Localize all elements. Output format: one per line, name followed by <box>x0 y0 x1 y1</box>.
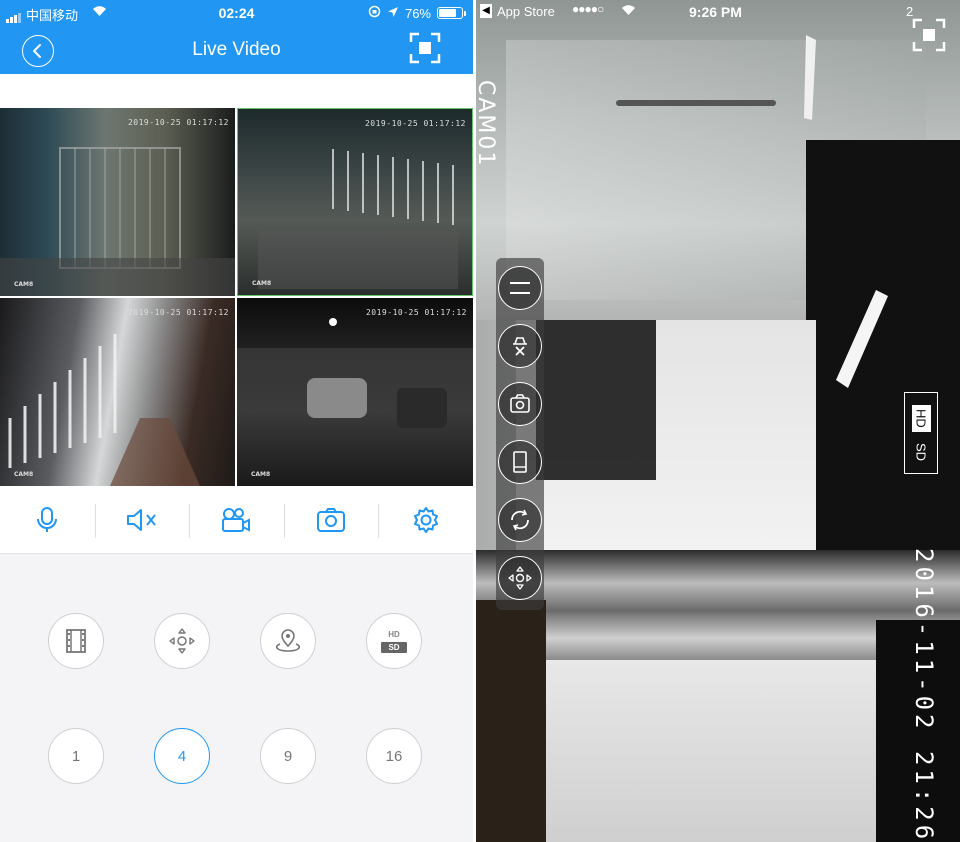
camera-tile[interactable]: 2019-10-25 01:17:12 CAM8 <box>0 298 235 486</box>
right-phone-screen: ◀ App Store ●●●●○ 9:26 PM 2 CAM01 2016-1… <box>476 0 960 842</box>
wifi-icon <box>621 4 636 19</box>
video-datestamp: 2016-11-02 21:26:1 <box>910 548 938 842</box>
split-1-button[interactable]: 1 <box>48 728 104 784</box>
camera-tile[interactable]: 2019-10-25 01:17:12 CAM8 <box>0 108 235 296</box>
snapshot-button[interactable] <box>283 486 379 554</box>
left-phone-screen: 中国移动 02:24 76% Live Video 2019-10-25 01:… <box>0 0 473 842</box>
exit-fullscreen-button[interactable] <box>912 18 946 52</box>
camera-name: CAM8 <box>252 280 272 287</box>
playback-button[interactable] <box>48 613 104 669</box>
camera-timestamp: 2019-10-25 01:17:12 <box>364 119 466 128</box>
panorama-location-icon <box>275 629 301 652</box>
ptz-icon <box>169 628 195 654</box>
hd-sd-icon: HD SD <box>381 629 407 653</box>
ptz-icon <box>508 566 532 590</box>
camera-timestamp: 2019-10-25 01:17:12 <box>127 308 229 317</box>
menu-button[interactable] <box>498 266 542 310</box>
split-16-button[interactable]: 16 <box>366 728 422 784</box>
camera-timestamp: 2019-10-25 01:17:12 <box>127 118 229 127</box>
snapshot-button[interactable] <box>498 382 542 426</box>
split-9-button[interactable]: 9 <box>260 728 316 784</box>
video-toolbar <box>0 486 473 554</box>
camera-name: CAM8 <box>251 471 271 478</box>
sd-option[interactable]: SD <box>914 443 929 461</box>
fullscreen-icon <box>409 32 441 64</box>
status-extra: 2 <box>906 4 914 19</box>
alarm-off-button[interactable] <box>498 324 542 368</box>
battery-icon <box>437 7 466 19</box>
alarm-off-icon <box>513 337 527 356</box>
camera-grid: 2019-10-25 01:17:12 CAM8 2019-10-25 01:1… <box>0 108 473 486</box>
camera-tile[interactable]: 2019-10-25 01:17:12 CAM8 <box>237 298 473 486</box>
camera-name: CAM8 <box>14 281 34 288</box>
split-label: 1 <box>71 747 81 765</box>
signal-icon: ●●●●○ <box>572 2 604 16</box>
rotate-icon <box>511 509 529 531</box>
split-label: 9 <box>283 747 293 765</box>
microphone-button[interactable] <box>0 486 95 554</box>
rotate-button[interactable] <box>498 498 542 542</box>
location-icon <box>387 6 399 21</box>
camera-timestamp: 2019-10-25 01:17:12 <box>365 308 467 317</box>
sd-label: SD <box>381 641 407 653</box>
side-toolbar <box>496 258 544 610</box>
split-label: 16 <box>385 747 403 765</box>
hd-label: HD <box>388 629 400 639</box>
record-video-button[interactable] <box>189 486 284 554</box>
snapshot-icon <box>510 394 530 413</box>
top-spacer <box>0 74 473 108</box>
microphone-icon <box>37 506 58 532</box>
fullscreen-button[interactable] <box>409 32 441 64</box>
camera-name: CAM8 <box>14 471 34 478</box>
mute-button[interactable] <box>94 486 190 554</box>
status-bar: 中国移动 02:24 76% <box>0 0 473 26</box>
camera-tile[interactable]: 2019-10-25 01:17:12 CAM8 <box>237 108 473 296</box>
battery-fill <box>439 9 456 17</box>
phone-view-icon <box>513 451 527 473</box>
camera-label: CAM01 <box>476 80 498 168</box>
phone-view-button[interactable] <box>498 440 542 484</box>
orientation-lock-icon <box>368 5 381 21</box>
battery-percent: 76% <box>404 5 431 21</box>
hd-option[interactable]: HD <box>911 404 931 432</box>
menu-icon <box>510 282 530 294</box>
split-4-button[interactable]: 4 <box>154 728 210 784</box>
ptz-button[interactable] <box>498 556 542 600</box>
settings-icon <box>413 506 438 533</box>
hd-sd-button[interactable]: HD SD <box>366 613 422 669</box>
quality-toggle[interactable]: HD SD <box>904 392 938 474</box>
settings-button[interactable] <box>378 486 473 554</box>
snapshot-icon <box>317 507 346 532</box>
view-360-button[interactable] <box>260 613 316 669</box>
fullscreen-icon <box>912 18 946 52</box>
record-video-icon <box>222 507 251 532</box>
status-time: 9:26 PM <box>689 4 742 20</box>
back-app-label[interactable]: App Store <box>497 4 555 19</box>
video-feed-details <box>536 35 888 480</box>
film-icon <box>66 629 86 653</box>
back-app-icon[interactable]: ◀ <box>480 4 492 18</box>
split-label: 4 <box>177 747 187 765</box>
status-bar: ◀ App Store ●●●●○ 9:26 PM 2 <box>476 0 960 22</box>
navigation-bar: Live Video <box>0 26 473 74</box>
mute-icon <box>126 508 156 531</box>
page-title: Live Video <box>192 39 281 60</box>
ptz-button[interactable] <box>154 613 210 669</box>
